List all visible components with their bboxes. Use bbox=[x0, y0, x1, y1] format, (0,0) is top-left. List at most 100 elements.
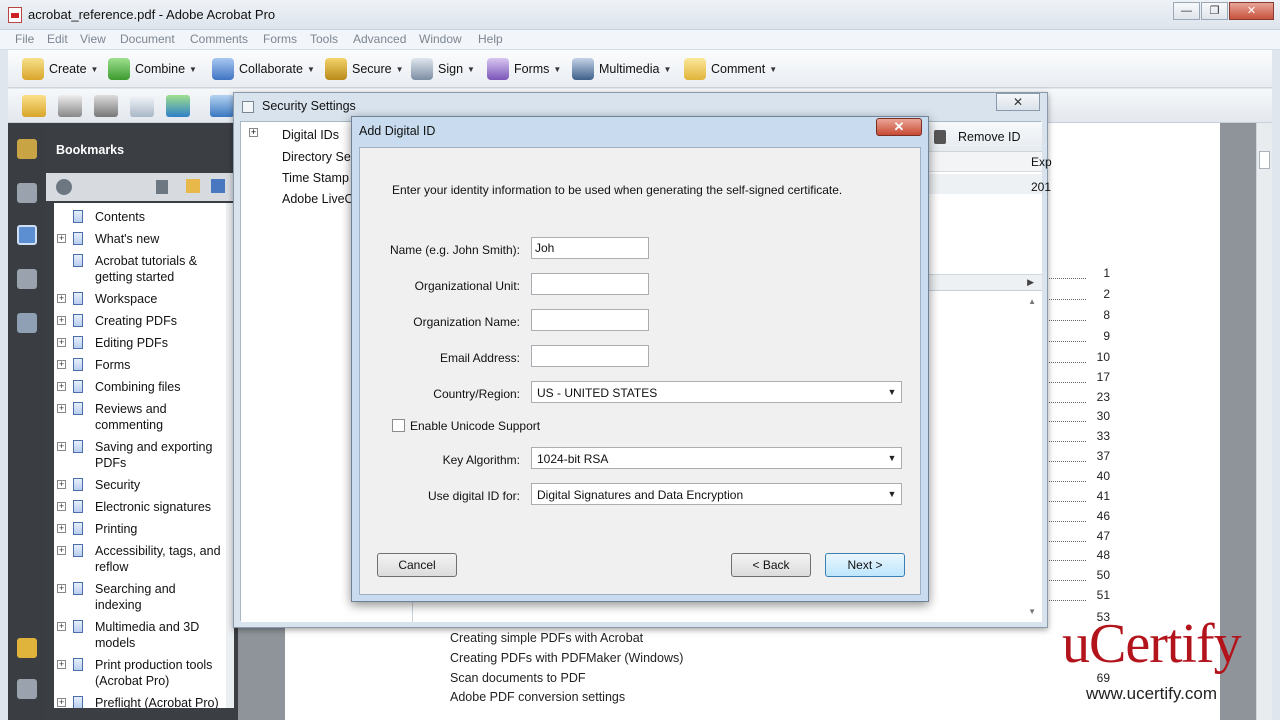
security-settings-close-button[interactable]: ✕ bbox=[996, 93, 1040, 111]
scroll-thumb[interactable] bbox=[1259, 151, 1270, 169]
key-algorithm-label: Key Algorithm: bbox=[442, 453, 520, 467]
chevron-down-icon: ▼ bbox=[887, 489, 897, 499]
org-name-input[interactable] bbox=[531, 309, 649, 331]
menu-help[interactable]: Help bbox=[478, 32, 503, 46]
expand-icon[interactable]: + bbox=[57, 502, 66, 511]
dialog-close-button[interactable]: ✕ bbox=[876, 118, 922, 136]
multimedia-button[interactable]: Multimedia ▼ bbox=[572, 57, 671, 81]
create-button[interactable]: Create ▼ bbox=[22, 57, 98, 81]
menu-advanced[interactable]: Advanced bbox=[353, 32, 406, 46]
bookmark-icon bbox=[73, 292, 83, 305]
toc-page-number: 23 bbox=[1096, 390, 1110, 404]
expand-icon[interactable]: + bbox=[57, 546, 66, 555]
save-icon[interactable] bbox=[94, 95, 118, 117]
expand-icon[interactable]: + bbox=[57, 404, 66, 413]
expand-icon[interactable]: + bbox=[57, 338, 66, 347]
cancel-button[interactable]: Cancel bbox=[377, 553, 457, 577]
expand-icon[interactable]: + bbox=[57, 660, 66, 669]
email-input[interactable] bbox=[531, 345, 649, 367]
menu-tools[interactable]: Tools bbox=[310, 32, 338, 46]
tree-item-digital-ids[interactable]: Digital IDs bbox=[282, 128, 339, 142]
comment-button[interactable]: Comment ▼ bbox=[684, 57, 777, 81]
remove-id-button[interactable]: Remove ID bbox=[958, 130, 1021, 144]
pages-icon[interactable] bbox=[17, 183, 37, 203]
toc-page-number: 41 bbox=[1096, 489, 1110, 503]
next-button[interactable]: Next > bbox=[825, 553, 905, 577]
toc-entry[interactable]: Creating PDFs with PDFMaker (Windows) bbox=[450, 651, 683, 665]
bookmark-label: Multimedia and 3D models bbox=[95, 620, 200, 650]
menu-file[interactable]: File bbox=[15, 32, 34, 46]
toc-page-number: 50 bbox=[1096, 568, 1110, 582]
expand-icon[interactable]: + bbox=[57, 480, 66, 489]
combine-button[interactable]: Combine ▼ bbox=[108, 57, 197, 81]
secure-button[interactable]: Secure ▼ bbox=[325, 57, 404, 81]
expand-icon[interactable]: + bbox=[57, 622, 66, 631]
layers-icon[interactable] bbox=[17, 269, 37, 289]
scroll-right-icon[interactable]: ▶ bbox=[1027, 277, 1034, 288]
tree-item-directory-servers[interactable]: Directory Serv bbox=[282, 150, 361, 164]
tree-item-adobe-livecycle[interactable]: Adobe LiveCy bbox=[282, 192, 360, 206]
delete-bookmark-icon[interactable] bbox=[156, 180, 168, 194]
collaborate-button[interactable]: Collaborate ▼ bbox=[212, 57, 315, 81]
expand-icon[interactable]: + bbox=[57, 382, 66, 391]
restore-button[interactable]: ❐ bbox=[1201, 2, 1228, 20]
minimize-button[interactable]: — bbox=[1173, 2, 1200, 20]
expand-icon[interactable]: + bbox=[57, 360, 66, 369]
toc-entry[interactable]: Creating simple PDFs with Acrobat bbox=[450, 631, 643, 645]
expand-icon[interactable]: + bbox=[57, 316, 66, 325]
scroll-down-icon[interactable]: ▼ bbox=[1028, 607, 1036, 616]
options-gear-icon[interactable] bbox=[56, 179, 72, 195]
document-scrollbar[interactable] bbox=[1256, 123, 1272, 720]
menu-comments[interactable]: Comments bbox=[190, 32, 248, 46]
sign-button[interactable]: Sign ▼ bbox=[411, 57, 475, 81]
toc-page-number: 30 bbox=[1096, 409, 1110, 423]
new-bookmark-icon[interactable] bbox=[186, 179, 200, 193]
email-icon[interactable] bbox=[130, 95, 154, 117]
open-folder-icon[interactable] bbox=[22, 95, 46, 117]
expand-icon[interactable]: + bbox=[57, 294, 66, 303]
toc-page-number: 1 bbox=[1103, 266, 1110, 280]
expand-digital-ids-icon[interactable]: + bbox=[249, 128, 258, 137]
forms-button[interactable]: Forms ▼ bbox=[487, 57, 561, 81]
expand-bookmark-icon[interactable] bbox=[211, 179, 225, 193]
name-input[interactable] bbox=[531, 237, 649, 259]
expand-icon[interactable]: + bbox=[57, 524, 66, 533]
menu-forms[interactable]: Forms bbox=[263, 32, 297, 46]
upload-icon[interactable] bbox=[166, 95, 190, 117]
expand-icon[interactable]: + bbox=[57, 442, 66, 451]
bookmark-label: Printing bbox=[95, 522, 138, 536]
menu-view[interactable]: View bbox=[80, 32, 106, 46]
org-unit-input[interactable] bbox=[531, 273, 649, 295]
country-select[interactable]: US - UNITED STATES ▼ bbox=[531, 381, 902, 403]
scroll-up-icon[interactable]: ▲ bbox=[1028, 297, 1036, 306]
multimedia-icon bbox=[572, 58, 594, 80]
lock-icon[interactable] bbox=[17, 139, 37, 159]
tree-item-time-stamp-servers[interactable]: Time Stamp S bbox=[282, 171, 361, 185]
expires-column-header[interactable]: Exp bbox=[1031, 155, 1052, 169]
expand-icon[interactable]: + bbox=[57, 584, 66, 593]
previous-page-icon[interactable] bbox=[210, 95, 234, 117]
expand-icon[interactable]: + bbox=[57, 698, 66, 707]
menu-document[interactable]: Document bbox=[120, 32, 175, 46]
key-algorithm-select[interactable]: 1024-bit RSA ▼ bbox=[531, 447, 902, 469]
menu-bar: File Edit View Document Comments Forms T… bbox=[0, 30, 1280, 50]
toc-entry[interactable]: Adobe PDF conversion settings bbox=[450, 690, 625, 704]
signatures-icon[interactable] bbox=[17, 313, 37, 333]
close-window-button[interactable]: ✕ bbox=[1229, 2, 1274, 20]
unicode-checkbox[interactable] bbox=[392, 419, 405, 432]
comments-icon[interactable] bbox=[17, 638, 37, 658]
toc-entry[interactable]: Scan documents to PDF bbox=[450, 671, 585, 685]
bookmark-icon bbox=[73, 658, 83, 671]
bookmarks-icon[interactable] bbox=[17, 225, 37, 245]
bookmark-icon bbox=[73, 314, 83, 327]
unicode-label[interactable]: Enable Unicode Support bbox=[410, 419, 540, 433]
menu-window[interactable]: Window bbox=[419, 32, 462, 46]
bookmark-icon bbox=[73, 696, 83, 708]
use-for-select[interactable]: Digital Signatures and Data Encryption ▼ bbox=[531, 483, 902, 505]
expand-icon[interactable]: + bbox=[57, 234, 66, 243]
print-icon[interactable] bbox=[58, 95, 82, 117]
menu-edit[interactable]: Edit bbox=[47, 32, 68, 46]
back-button[interactable]: < Back bbox=[731, 553, 811, 577]
bookmark-label: Creating PDFs bbox=[95, 314, 177, 328]
attachments-icon[interactable] bbox=[17, 679, 37, 699]
